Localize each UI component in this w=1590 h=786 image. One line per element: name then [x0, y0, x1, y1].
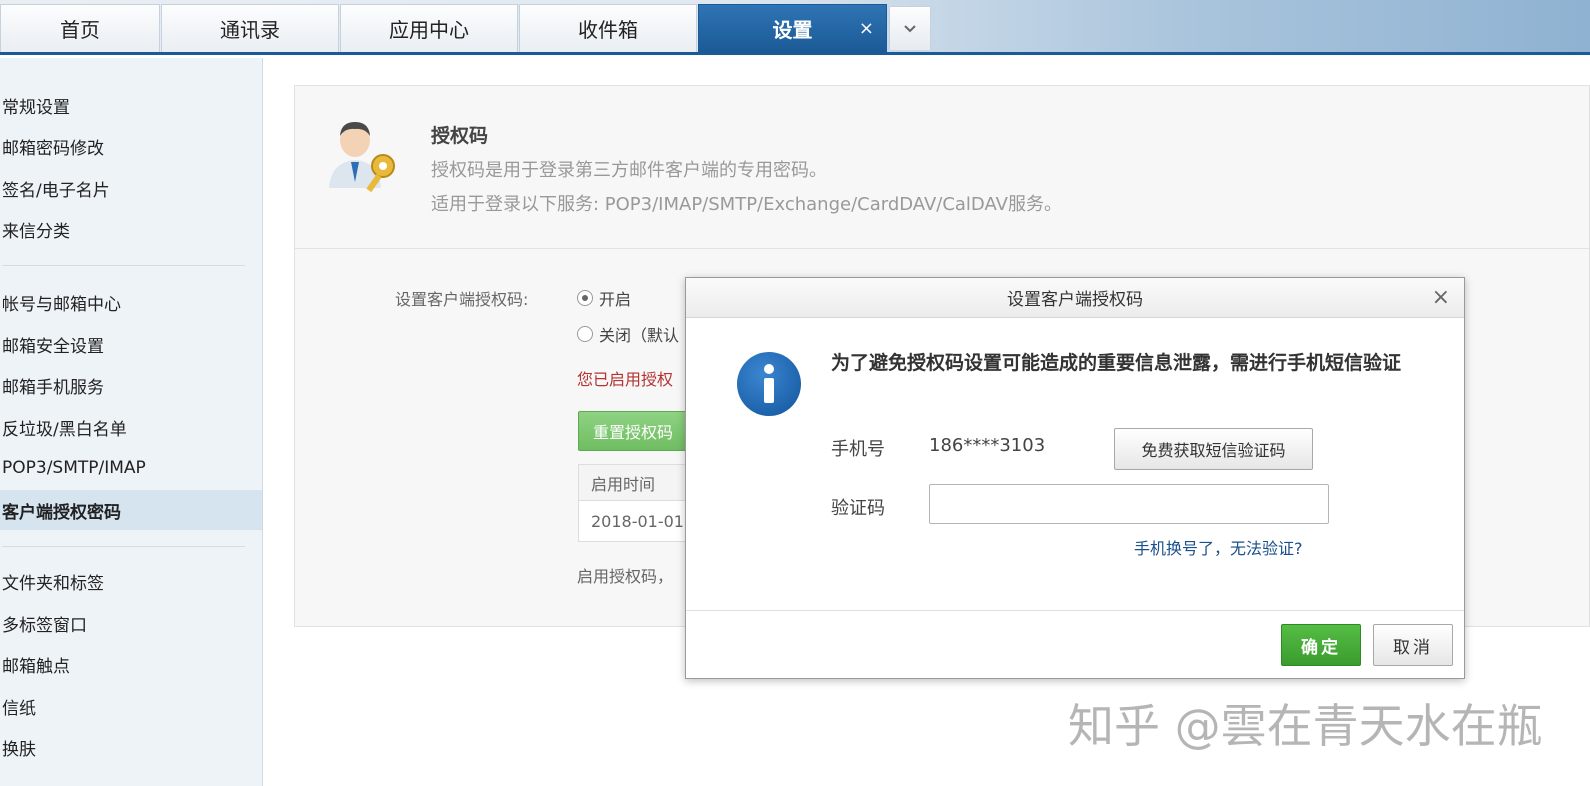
- tab-inbox-label: 收件箱: [578, 18, 638, 42]
- auth-code-setting-label: 设置客户端授权码:: [395, 290, 529, 309]
- settings-sidebar: 常规设置 邮箱密码修改 签名/电子名片 来信分类 帐号与邮箱中心 邮箱安全设置 …: [0, 58, 263, 786]
- verify-message: 为了避免授权码设置可能造成的重要信息泄露，需进行手机短信验证: [831, 352, 1402, 374]
- dialog-title: 设置客户端授权码: [1007, 290, 1143, 310]
- dialog-footer-divider: [686, 610, 1464, 611]
- reset-auth-code-button[interactable]: 重置授权码: [578, 411, 688, 451]
- auth-code-table: 启用时间 2018-01-01: [578, 464, 698, 542]
- radio-unchecked-icon: [577, 326, 593, 342]
- confirm-button[interactable]: 确定: [1281, 624, 1361, 666]
- panel-services-description: 适用于登录以下服务: POP3/IMAP/SMTP/Exchange/CardD…: [431, 194, 1062, 215]
- tab-home-label: 首页: [60, 18, 100, 42]
- sidebar-item-stationery[interactable]: 信纸: [0, 686, 262, 726]
- phone-number: 186****3103: [929, 435, 1046, 456]
- sidebar-item-password[interactable]: 邮箱密码修改: [0, 126, 262, 166]
- close-icon[interactable]: ×: [859, 18, 874, 39]
- close-icon[interactable]: ×: [1432, 285, 1450, 310]
- tab-home[interactable]: 首页: [0, 4, 160, 52]
- tab-settings[interactable]: 设置 ×: [698, 4, 887, 52]
- phone-label: 手机号: [831, 439, 885, 460]
- footer-note: 启用授权码，: [577, 567, 674, 586]
- panel-header: 授权码 授权码是用于登录第三方邮件客户端的专用密码。 适用于登录以下服务: PO…: [295, 86, 1590, 249]
- panel-title: 授权码: [431, 125, 489, 147]
- sidebar-item-mail-filters[interactable]: 来信分类: [0, 209, 262, 249]
- info-icon: [737, 352, 801, 416]
- table-header: 启用时间: [579, 465, 697, 501]
- sms-verify-dialog: 设置客户端授权码 × 为了避免授权码设置可能造成的重要信息泄露，需进行手机短信验…: [685, 277, 1465, 679]
- tab-inbox[interactable]: 收件箱: [519, 4, 697, 52]
- table-cell: 2018-01-01: [591, 511, 684, 531]
- sidebar-divider: [2, 546, 245, 547]
- sidebar-item-client-auth-code[interactable]: 客户端授权密码: [0, 490, 262, 530]
- phone-changed-link[interactable]: 手机换号了，无法验证?: [1134, 535, 1303, 559]
- tab-app-center[interactable]: 应用中心: [340, 4, 518, 52]
- enabled-notice: 您已启用授权: [577, 370, 674, 389]
- radio-enable-label: 开启: [599, 290, 632, 309]
- panel-description: 授权码是用于登录第三方邮件客户端的专用密码。: [431, 160, 827, 181]
- sidebar-divider: [2, 265, 245, 266]
- sidebar-item-touchpoints[interactable]: 邮箱触点: [0, 644, 262, 684]
- sidebar-item-signature[interactable]: 签名/电子名片: [0, 168, 262, 208]
- radio-disable[interactable]: 关闭（默认: [577, 322, 679, 346]
- tab-settings-label: 设置: [772, 18, 813, 42]
- top-tab-bar: 首页 通讯录 应用中心 收件箱 设置 ×: [0, 0, 1590, 55]
- sidebar-item-general[interactable]: 常规设置: [0, 85, 262, 125]
- sidebar-item-pop3-smtp-imap[interactable]: POP3/SMTP/IMAP: [0, 448, 262, 488]
- sidebar-item-multi-tab[interactable]: 多标签窗口: [0, 603, 262, 643]
- tab-contacts[interactable]: 通讯录: [161, 4, 339, 52]
- verification-code-input[interactable]: [929, 484, 1329, 524]
- code-label: 验证码: [831, 498, 885, 519]
- sidebar-item-antispam[interactable]: 反垃圾/黑白名单: [0, 407, 262, 447]
- sidebar-item-folders-tags[interactable]: 文件夹和标签: [0, 561, 262, 601]
- sidebar-item-security[interactable]: 邮箱安全设置: [0, 324, 262, 364]
- get-sms-code-button[interactable]: 免费获取短信验证码: [1114, 428, 1313, 470]
- dialog-header: 设置客户端授权码 ×: [686, 278, 1464, 318]
- tab-app-center-label: 应用中心: [389, 18, 469, 42]
- tab-more-button[interactable]: [889, 6, 931, 50]
- radio-checked-icon: [577, 290, 593, 306]
- watermark: 知乎 @雲在青天水在瓶: [1068, 699, 1543, 753]
- chevron-down-icon: [904, 24, 916, 32]
- radio-disable-label: 关闭（默认: [599, 326, 680, 345]
- sidebar-item-skin[interactable]: 换肤: [0, 727, 262, 767]
- cancel-button[interactable]: 取消: [1373, 624, 1453, 666]
- sidebar-item-mobile-service[interactable]: 邮箱手机服务: [0, 365, 262, 405]
- sidebar-item-account-center[interactable]: 帐号与邮箱中心: [0, 282, 262, 322]
- tab-contacts-label: 通讯录: [220, 18, 280, 42]
- user-key-icon: [329, 122, 395, 193]
- radio-enable[interactable]: 开启: [577, 286, 631, 310]
